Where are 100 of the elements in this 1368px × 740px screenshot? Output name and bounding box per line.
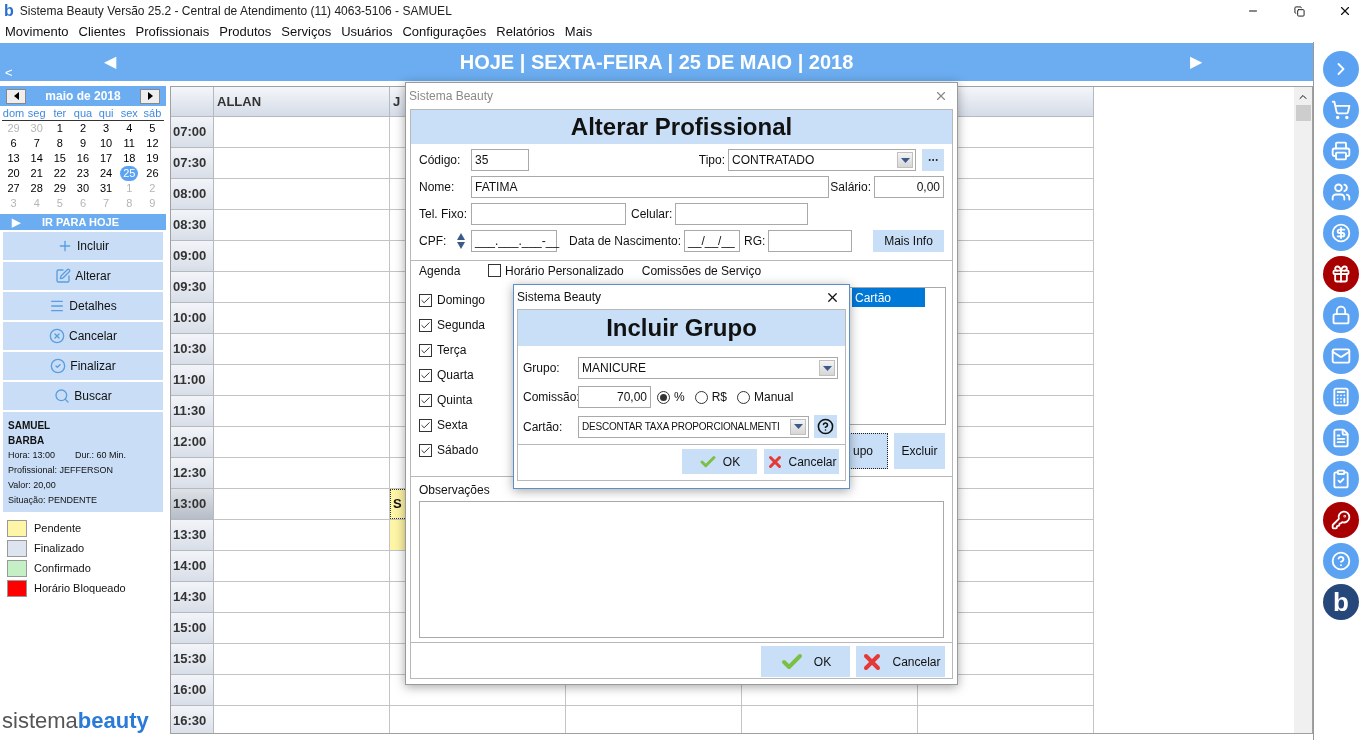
checkbox[interactable] <box>419 418 432 432</box>
more-info-button[interactable]: Mais Info <box>873 230 944 252</box>
menu-item[interactable]: Profissionais <box>135 22 210 42</box>
schedule-cell[interactable] <box>214 117 390 148</box>
calendar-day[interactable]: 20 <box>4 166 23 181</box>
menu-item[interactable]: Mais <box>564 22 593 42</box>
ok-button[interactable]: OK <box>682 449 757 474</box>
schedule-cell[interactable] <box>214 644 390 675</box>
notes-field[interactable] <box>419 501 944 638</box>
name-field[interactable]: FATIMA <box>471 176 829 198</box>
calendar-day[interactable]: 28 <box>27 181 46 196</box>
more-button[interactable] <box>922 149 944 171</box>
calendar-day[interactable]: 16 <box>73 151 93 166</box>
calendar-day[interactable]: 6 <box>7 136 20 151</box>
type-select[interactable]: CONTRATADO <box>728 149 916 171</box>
schedule-cell[interactable] <box>214 613 390 644</box>
checkbox[interactable] <box>419 293 432 307</box>
calendar-day[interactable]: 11 <box>120 136 138 151</box>
menu-item[interactable]: Configurações <box>402 22 487 42</box>
toolbar-button[interactable] <box>1323 256 1359 292</box>
calendar-day[interactable]: 30 <box>73 181 93 196</box>
schedule-cell[interactable] <box>214 148 390 179</box>
calendar-day[interactable]: 29 <box>50 181 69 196</box>
calendar-day[interactable]: 17 <box>97 151 116 166</box>
checkbox[interactable] <box>419 368 432 382</box>
action-button[interactable]: Detalhes <box>3 292 163 320</box>
action-button[interactable]: Incluir <box>3 232 163 260</box>
menu-item[interactable]: Serviços <box>281 22 332 42</box>
calendar-day[interactable]: 21 <box>27 166 46 181</box>
schedule-cell[interactable] <box>214 179 390 210</box>
schedule-cell[interactable] <box>214 675 390 706</box>
phone-field[interactable] <box>471 203 626 225</box>
schedule-cell[interactable] <box>214 210 390 241</box>
checkbox[interactable] <box>419 318 432 332</box>
calendar-day[interactable]: 3 <box>100 121 113 136</box>
calendar-day[interactable]: 2 <box>76 121 90 136</box>
calendar-day[interactable]: 13 <box>4 151 23 166</box>
table-action-button[interactable]: Excluir <box>894 433 945 469</box>
schedule-cell[interactable] <box>214 582 390 613</box>
scrollbar-thumb[interactable] <box>1295 105 1311 121</box>
schedule-cell[interactable] <box>214 334 390 365</box>
mobile-field[interactable] <box>675 203 809 225</box>
commission-field[interactable]: 70,00 <box>578 386 651 408</box>
menu-item[interactable]: Usuários <box>341 22 393 42</box>
schedule-cell[interactable] <box>214 551 390 582</box>
birth-date-field[interactable]: __/__/__ <box>684 230 741 252</box>
schedule-cell[interactable] <box>214 458 390 489</box>
spinner-icon[interactable] <box>456 231 466 251</box>
tab-label[interactable]: Comissões de Serviço <box>641 261 762 280</box>
schedule-cell[interactable] <box>214 303 390 334</box>
help-button[interactable] <box>814 415 837 438</box>
calendar-day[interactable]: 8 <box>53 136 66 151</box>
checkbox[interactable] <box>419 443 432 457</box>
salary-field[interactable]: 0,00 <box>874 176 944 198</box>
brand-button[interactable]: b <box>1323 584 1359 620</box>
calendar-day[interactable]: 7 <box>30 136 43 151</box>
rg-field[interactable] <box>768 230 853 252</box>
toolbar-button[interactable] <box>1323 502 1359 538</box>
checkbox[interactable] <box>419 343 432 357</box>
calendar-day[interactable]: 19 <box>143 151 162 166</box>
group-select[interactable]: MANICURE <box>578 357 838 379</box>
schedule-cell[interactable] <box>214 272 390 303</box>
schedule-cell[interactable] <box>214 365 390 396</box>
radio-button[interactable] <box>657 390 670 404</box>
cancel-button[interactable]: Cancelar <box>764 449 839 474</box>
schedule-cell[interactable] <box>214 396 390 427</box>
menu-item[interactable]: Produtos <box>219 22 272 42</box>
scrollbar[interactable] <box>1294 87 1312 733</box>
calendar-day[interactable]: 18 <box>120 151 139 166</box>
menu-item[interactable]: Clientes <box>78 22 126 42</box>
previous-month-button[interactable] <box>6 88 26 104</box>
tab-label[interactable]: Agenda <box>419 261 484 280</box>
action-button[interactable]: Finalizar <box>3 352 163 380</box>
cancel-button[interactable]: Cancelar <box>856 646 945 677</box>
code-field[interactable]: 35 <box>471 149 529 171</box>
calendar-day[interactable]: 12 <box>143 136 162 151</box>
radio-button[interactable] <box>737 390 750 404</box>
calendar-day[interactable]: 23 <box>73 166 93 181</box>
menu-item[interactable]: Movimento <box>5 22 69 42</box>
menu-item[interactable]: Relatórios <box>496 22 555 42</box>
calendar-day[interactable]: 5 <box>146 121 159 136</box>
calendar-day[interactable]: 4 <box>123 121 136 136</box>
calendar-day[interactable]: 27 <box>4 181 23 196</box>
ok-button[interactable]: OK <box>761 646 850 677</box>
calendar-day[interactable]: 1 <box>53 121 66 136</box>
calendar-day[interactable]: 22 <box>50 166 69 181</box>
next-month-button[interactable] <box>140 88 160 104</box>
calendar-day[interactable]: 14 <box>27 151 46 166</box>
schedule-cell[interactable] <box>214 427 390 458</box>
schedule-cell[interactable] <box>214 241 390 272</box>
action-button[interactable]: Buscar <box>3 382 163 410</box>
calendar-day[interactable]: 9 <box>76 136 90 151</box>
action-button[interactable]: Cancelar <box>3 322 163 350</box>
calendar-day[interactable]: 15 <box>50 151 69 166</box>
calendar-day[interactable]: 26 <box>143 166 162 181</box>
checkbox[interactable] <box>419 393 432 407</box>
card-select[interactable]: DESCONTAR TAXA PROPORCIONALMENTI <box>578 415 809 438</box>
checkbox[interactable] <box>488 264 501 277</box>
calendar-day[interactable]: 10 <box>97 136 116 151</box>
calendar-day[interactable]: 24 <box>97 166 116 181</box>
